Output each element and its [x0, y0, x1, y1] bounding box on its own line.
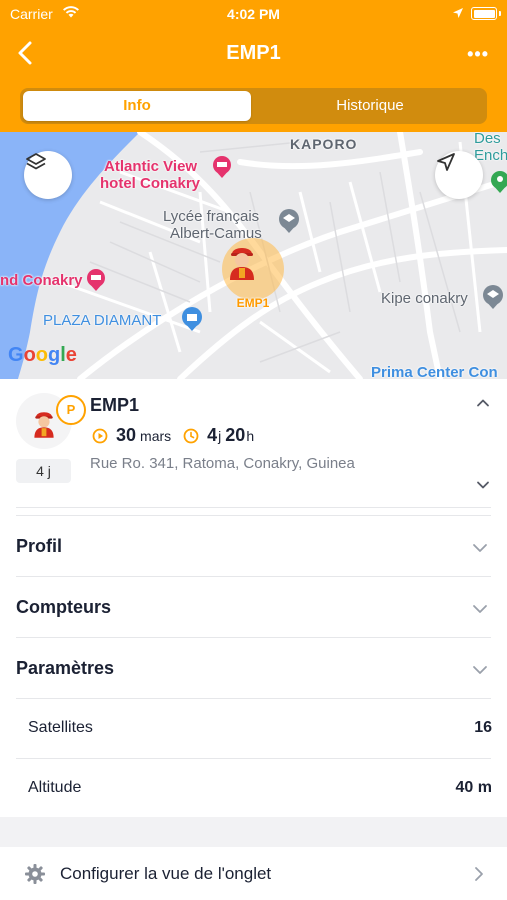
duration-days: 4	[207, 425, 218, 445]
divider	[16, 758, 491, 759]
parking-badge: P	[56, 395, 86, 425]
divider	[16, 637, 491, 638]
clock-icon	[183, 428, 199, 443]
map-label-lycee-1: Lycée français	[163, 208, 260, 225]
tab-info[interactable]: Info	[23, 91, 251, 121]
nav-bar: EMP1 •••	[0, 36, 507, 72]
device-status-row: 30 mars 4 j 20 h	[92, 425, 254, 446]
map-label-prima: Prima Center Con	[371, 364, 498, 379]
google-logo: Google	[8, 344, 77, 366]
property-label: Altitude	[28, 779, 82, 796]
divider	[16, 507, 491, 508]
status-bar: Carrier 4:02 PM	[0, 0, 507, 28]
section-title: Profil	[16, 536, 63, 556]
days-badge: 4 j	[16, 459, 71, 483]
map-layers-button[interactable]	[24, 151, 72, 199]
configure-tab-row[interactable]: Configurer la vue de l'onglet	[0, 847, 507, 900]
more-options-button[interactable]: •••	[467, 44, 489, 65]
duration-hours-unit: h	[246, 428, 255, 444]
segmented-control: Info Historique	[20, 88, 487, 124]
configure-tab-label: Configurer la vue de l'onglet	[60, 864, 272, 883]
map-label-conakry: nd Conakry	[0, 272, 83, 289]
page-title: EMP1	[226, 42, 281, 64]
map-label-atlantic-1: Atlantic View	[104, 158, 198, 175]
details-panel: P 4 j EMP1 30 mars 4 j 20 h Rue Ro. 341,…	[0, 379, 507, 817]
device-marker[interactable]	[222, 238, 284, 300]
device-name: EMP1	[90, 395, 140, 415]
layers-icon	[26, 153, 46, 170]
map-locate-button[interactable]	[435, 151, 483, 199]
map-view[interactable]: KAPORO Des Ench Atlantic View hotel Cona…	[0, 132, 507, 379]
duration-hours: 20	[225, 425, 246, 445]
play-circle-icon	[92, 428, 108, 443]
chevron-up-icon[interactable]	[475, 395, 491, 411]
tab-historique[interactable]: Historique	[256, 91, 484, 121]
chevron-down-icon[interactable]	[471, 539, 489, 557]
property-value: 16	[474, 719, 492, 736]
map-label-plaza: PLAZA DIAMANT	[43, 312, 162, 329]
chevron-right-icon	[475, 867, 483, 881]
chevron-down-icon[interactable]	[471, 661, 489, 679]
duration-days-unit: j	[218, 428, 222, 444]
marker-label: EMP1	[236, 296, 270, 310]
gear-icon	[25, 864, 45, 884]
map-label-des: Des	[474, 132, 501, 147]
divider	[16, 515, 491, 516]
battery-icon	[471, 7, 497, 20]
location-arrow-icon	[453, 8, 463, 18]
divider	[16, 576, 491, 577]
device-address: Rue Ro. 341, Ratoma, Conakry, Guinea	[90, 455, 355, 472]
navigation-arrow-icon	[437, 153, 455, 171]
chevron-down-icon[interactable]	[471, 600, 489, 618]
divider	[16, 698, 491, 699]
clock: 4:02 PM	[227, 6, 280, 22]
battery-tip	[499, 11, 501, 16]
worker-avatar-icon	[230, 248, 254, 280]
date-unit: mars	[140, 428, 172, 444]
map-label-kaporo: KAPORO	[290, 136, 358, 152]
chevron-down-icon[interactable]	[475, 477, 491, 493]
property-value: 40 m	[455, 779, 492, 796]
section-title: Compteurs	[16, 597, 112, 617]
property-label: Satellites	[28, 719, 93, 736]
date-number: 30	[116, 425, 137, 445]
section-title: Paramètres	[16, 658, 115, 678]
map-label-kipe: Kipe conakry	[381, 290, 468, 307]
header: Carrier 4:02 PM EMP1 ••• Info Historique	[0, 0, 507, 132]
map-label-atlantic-2: hotel Conakry	[100, 175, 201, 192]
